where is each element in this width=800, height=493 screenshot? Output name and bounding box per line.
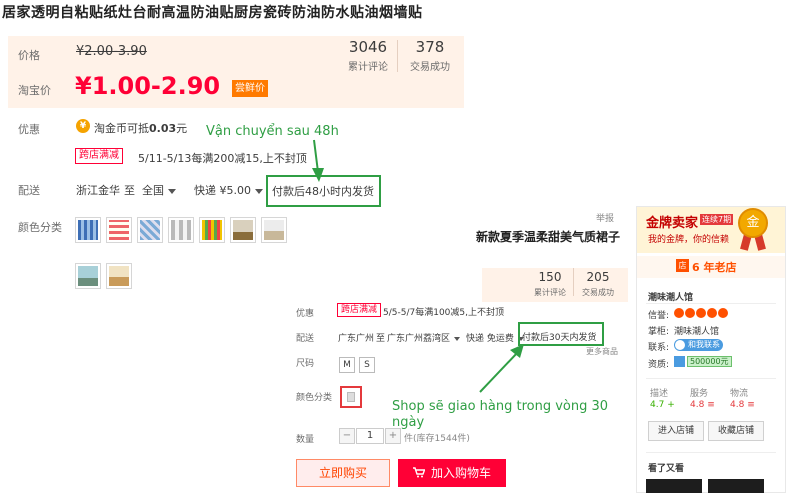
manager-name: 潮味潮人馆: [674, 327, 720, 337]
second-product-title: 新款夏季温柔甜美气质裙子: [476, 230, 621, 244]
contact-label: 联系:: [648, 343, 670, 353]
sidebar-divider: [646, 378, 776, 379]
score-logistics: 4.8 ≡: [730, 400, 755, 410]
annotation-arrow-2: [479, 344, 524, 393]
reviews-count[interactable]: 3046: [340, 38, 396, 56]
recommend-thumbnail[interactable]: [646, 479, 702, 493]
ship-origin: 浙江金华: [76, 184, 120, 197]
second-stat-divider: [573, 268, 574, 296]
taobao-coin-icon: ¥: [76, 119, 90, 133]
chat-icon: [675, 340, 685, 350]
gold-seller-tagline: 我的金牌，你的信赖: [648, 235, 730, 245]
size-label: 尺码: [296, 359, 315, 369]
gold-seller-title: 金牌卖家: [646, 216, 699, 231]
second-product-panel: [288, 212, 628, 493]
coin-offset-text: 淘金币可抵0.03元: [94, 122, 188, 135]
color-label: 颜色分类: [18, 221, 62, 234]
cross-store-tag: 跨店满减: [75, 148, 123, 164]
buy-now-button[interactable]: 立即购买: [296, 459, 390, 487]
quantity-plus-button[interactable]: +: [385, 428, 401, 444]
add-to-cart-button[interactable]: 加入购物车: [398, 459, 506, 487]
reviews-label: 累计评论: [348, 62, 388, 73]
second-ship-time: 付款后30天内发货: [522, 333, 597, 343]
second-reviews-count[interactable]: 150: [530, 270, 570, 284]
sidebar-divider: [646, 303, 776, 304]
second-ship-origin: 广东广州: [338, 334, 375, 344]
recommend-thumbnail[interactable]: [708, 479, 764, 493]
deposit-label: 资质:: [648, 360, 670, 370]
enter-store-button[interactable]: 进入店铺: [648, 421, 704, 441]
old-store-label: 6 年老店: [692, 261, 737, 274]
color-swatch[interactable]: [168, 217, 194, 243]
color-swatch[interactable]: [230, 217, 256, 243]
sales-count: 378: [415, 38, 445, 56]
manager-label: 掌柜:: [648, 327, 670, 337]
second-delivery-label: 配送: [296, 334, 315, 344]
report-link[interactable]: 举报: [596, 211, 614, 224]
favorite-store-button[interactable]: 收藏店铺: [708, 421, 764, 441]
ship-to-label: 至: [124, 184, 135, 197]
quantity-label: 数量: [296, 435, 315, 445]
deposit-badge: 500000元: [687, 356, 732, 367]
second-cross-store-text: 5/5-5/7每满100减5,上不封顶: [383, 308, 504, 318]
taobao-price-label: 淘宝价: [18, 84, 51, 97]
delivery-label: 配送: [18, 184, 40, 197]
promo-label: 优惠: [18, 123, 40, 136]
second-reviews-label: 累计评论: [534, 288, 566, 297]
score-label-service: 服务: [690, 389, 709, 399]
annotation-48h: Vận chuyển sau 48h: [206, 124, 339, 139]
second-promo-label: 优惠: [296, 309, 315, 319]
gold-seller-badge: 连续7期: [700, 214, 734, 225]
seen-also-title: 看了又看: [648, 464, 685, 474]
color-swatch[interactable]: [106, 217, 132, 243]
color-swatch[interactable]: [199, 217, 225, 243]
credit-hearts-icon[interactable]: [674, 307, 729, 321]
size-option-s[interactable]: S: [359, 357, 375, 373]
second-ship-to: 至: [376, 334, 386, 344]
quantity-input[interactable]: 1: [356, 428, 384, 444]
score-label-logistics: 物流: [730, 389, 749, 399]
credit-label: 信誉:: [648, 311, 670, 321]
second-color-swatch[interactable]: [340, 386, 362, 408]
size-option-m[interactable]: M: [339, 357, 355, 373]
shipping-select[interactable]: 快递 ¥5.00: [194, 182, 263, 198]
shop-name[interactable]: 潮味潮人馆: [648, 290, 693, 303]
color-swatch[interactable]: [75, 217, 101, 243]
destination-select[interactable]: 全国: [142, 182, 176, 198]
second-color-label: 颜色分类: [296, 393, 333, 403]
color-swatch[interactable]: [106, 263, 132, 289]
sidebar-divider: [646, 452, 776, 453]
ship-time: 付款后48小时内发货: [272, 185, 374, 198]
second-sales-label: 交易成功: [582, 288, 614, 297]
score-label-desc: 描述: [650, 389, 669, 399]
cart-icon: [412, 459, 426, 487]
product-title: 居家透明自粘贴纸灶台耐高温防油贴厨房瓷砖防油防水贴油烟墙贴: [2, 5, 423, 21]
second-sales-count: 205: [586, 270, 610, 284]
color-swatch[interactable]: [75, 263, 101, 289]
original-price: ¥2.00-3.90: [76, 44, 147, 59]
second-destination-select[interactable]: 广东广州荔湾区: [387, 331, 461, 344]
price-label: 价格: [18, 49, 40, 62]
cross-store-text: 5/11-5/13每满200减15,上不封顶: [138, 152, 307, 165]
price-badge: 尝鲜价: [232, 80, 268, 97]
stat-divider: [397, 40, 398, 72]
score-service: 4.8 ≡: [690, 400, 715, 410]
promo-price: ¥1.00-2.90: [75, 72, 221, 100]
color-swatch[interactable]: [261, 217, 287, 243]
person-icon: [674, 356, 685, 367]
store-icon: 店: [676, 259, 689, 272]
more-link[interactable]: 更多商品: [586, 346, 618, 357]
gold-medal-icon: 金: [738, 208, 768, 238]
quantity-minus-button[interactable]: −: [339, 428, 355, 444]
sales-label: 交易成功: [410, 62, 450, 73]
annotation-30-days: Shop sẽ giao hàng trong vòng 30 ngày: [392, 399, 609, 430]
score-desc: 4.7 +: [650, 400, 675, 410]
second-cross-store-tag: 跨店满减: [337, 303, 382, 317]
stock-text: 件(库存1544件): [404, 434, 470, 444]
color-swatch[interactable]: [137, 217, 163, 243]
